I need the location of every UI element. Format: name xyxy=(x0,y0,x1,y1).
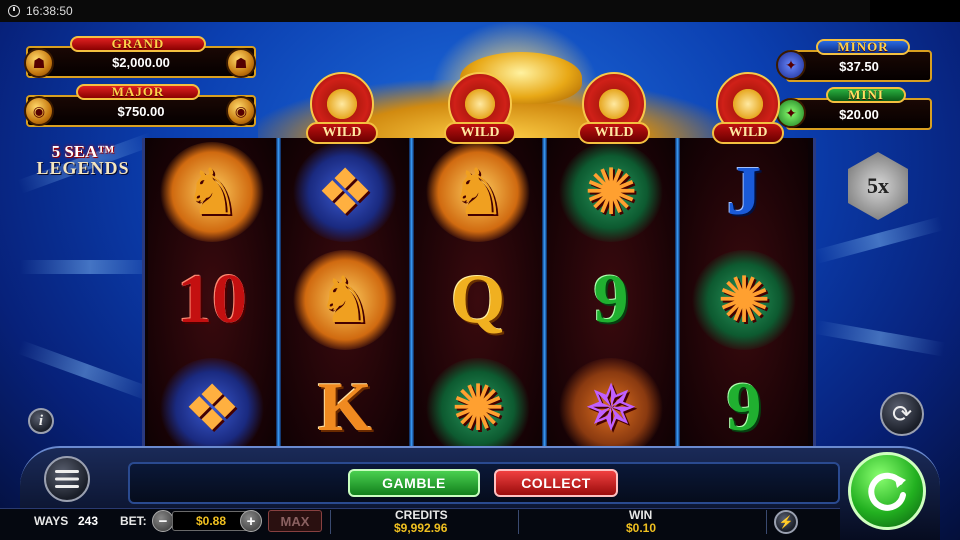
wild-label: WILD xyxy=(578,122,650,144)
bet-label: BET: xyxy=(120,514,147,528)
light-ray xyxy=(814,216,944,264)
card-symbol-10: 10 xyxy=(148,246,276,354)
credits-label: CREDITS xyxy=(395,508,448,522)
card-symbol-label: 10 xyxy=(177,261,247,338)
seahorse-symbol: ♞ xyxy=(426,142,530,242)
wild-label: WILD xyxy=(306,122,378,144)
lion-coin-icon: ☗ xyxy=(24,48,54,78)
major-jackpot-value: $750.00 xyxy=(117,103,165,119)
clock-icon xyxy=(8,5,20,17)
turtle-icon: ✺ xyxy=(547,138,675,246)
win-value: $0.10 xyxy=(626,521,657,535)
twin-fish-symbol: ❖ xyxy=(293,142,397,242)
mini-jackpot-title: MINI xyxy=(826,87,906,103)
turtle-symbol: ✺ xyxy=(692,250,796,350)
seahorse-icon: ♞ xyxy=(281,246,409,354)
reel-area: ♞ 10 ❖ ❖ ♞ K ♞ Q ✺ ✺ 9 ✵ J ✺ 9 xyxy=(142,138,816,462)
minor-jackpot-title: MINOR xyxy=(816,39,910,55)
menu-icon[interactable] xyxy=(44,456,90,502)
card-symbol-label: K xyxy=(317,369,373,446)
collect-button[interactable]: COLLECT xyxy=(494,469,618,497)
card-symbol-label: 9 xyxy=(593,261,629,338)
card-symbol-9: 9 xyxy=(547,246,675,354)
spin-icon xyxy=(868,472,906,511)
major-jackpot-title: MAJOR xyxy=(76,84,200,100)
info-separator xyxy=(518,510,519,534)
reel-4: ✺ 9 ✵ xyxy=(547,138,675,462)
card-symbol-j: J xyxy=(680,138,808,246)
info-separator xyxy=(766,510,767,534)
card-symbol-label: 9 xyxy=(726,369,762,446)
autoplay-icon[interactable]: ⟳ xyxy=(880,392,924,436)
seahorse-symbol: ♞ xyxy=(160,142,264,242)
fish-coin-icon: ◉ xyxy=(226,96,256,126)
max-bet-button[interactable]: MAX xyxy=(268,510,322,532)
reel-3: ♞ Q ✺ xyxy=(414,138,542,462)
fish-coin-icon: ◉ xyxy=(24,96,54,126)
ways-label: WAYS xyxy=(34,514,69,528)
mini-jackpot-value: $20.00 xyxy=(839,106,879,122)
status-time: 16:38:50 xyxy=(26,4,73,18)
grand-jackpot-value: $2,000.00 xyxy=(112,54,170,70)
bet-decrease-button[interactable]: − xyxy=(152,510,174,532)
status-bar-edge xyxy=(870,0,960,22)
reel-1: ♞ 10 ❖ xyxy=(148,138,276,462)
control-panel xyxy=(128,462,840,504)
multiplier-badge: 5x xyxy=(848,152,908,220)
grand-jackpot-title: GRAND xyxy=(70,36,206,52)
seahorse-symbol: ♞ xyxy=(293,250,397,350)
light-ray xyxy=(814,320,946,357)
turtle-icon: ✺ xyxy=(680,246,808,354)
status-bar: 16:38:50 xyxy=(0,0,870,22)
wild-label: WILD xyxy=(712,122,784,144)
ways-value: 243 xyxy=(78,514,99,528)
spin-button[interactable] xyxy=(848,452,926,530)
lion-coin-icon: ☗ xyxy=(226,48,256,78)
wild-medallion: WILD xyxy=(306,72,378,154)
card-symbol-label: Q xyxy=(450,261,506,338)
minor-jackpot-value: $37.50 xyxy=(839,58,879,74)
game-screen: 16:38:50 $2,000.00 GRAND ☗ ☗ $750.00 MAJ… xyxy=(0,0,960,540)
light-ray xyxy=(20,260,160,274)
game-logo: 5 SEA™ LEGENDS xyxy=(24,142,142,184)
bet-value: $0.88 xyxy=(172,511,250,531)
gamble-button[interactable]: GAMBLE xyxy=(348,469,480,497)
bet-increase-button[interactable]: + xyxy=(240,510,262,532)
wild-medallion: WILD xyxy=(578,72,650,154)
logo-line-2: LEGENDS xyxy=(36,158,130,178)
turtle-symbol: ✺ xyxy=(559,142,663,242)
reel-2: ❖ ♞ K xyxy=(281,138,409,462)
light-ray xyxy=(17,340,154,402)
info-separator xyxy=(330,510,331,534)
credits-value: $9,992.96 xyxy=(394,521,448,535)
wild-medallion: WILD xyxy=(444,72,516,154)
wild-label: WILD xyxy=(444,122,516,144)
turbo-icon[interactable]: ⚡ xyxy=(774,510,798,534)
twin-fish-icon: ❖ xyxy=(281,138,409,246)
reel-5: J ✺ 9 xyxy=(680,138,808,462)
seahorse-icon: ♞ xyxy=(414,138,542,246)
card-symbol-q: Q xyxy=(414,246,542,354)
win-label: WIN xyxy=(629,508,653,522)
wild-medallion: WILD xyxy=(712,72,784,154)
info-icon[interactable]: i xyxy=(28,408,54,434)
seahorse-icon: ♞ xyxy=(148,138,276,246)
card-symbol-label: J xyxy=(726,153,762,230)
